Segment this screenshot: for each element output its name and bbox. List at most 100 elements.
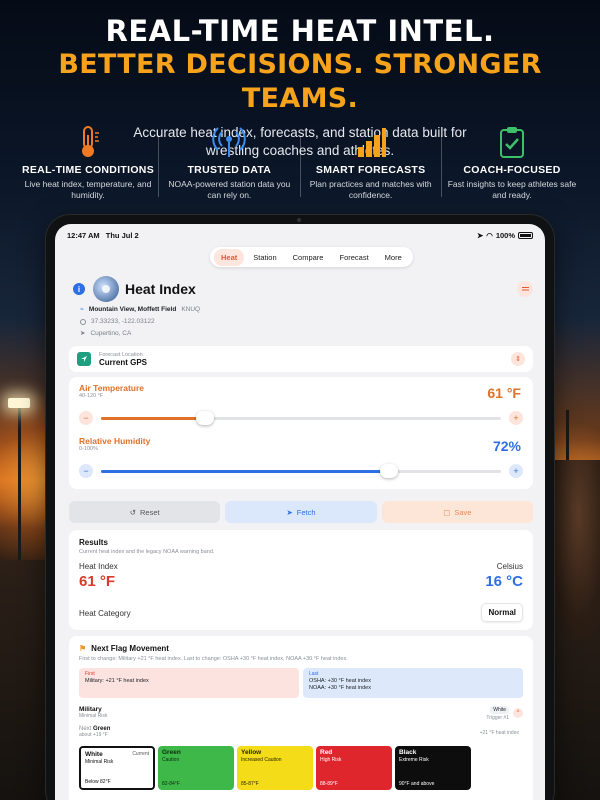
level-risk: Caution [162, 757, 180, 763]
status-date: Thu Jul 2 [105, 230, 139, 240]
flag-level-green: Green Caution 82-84°F [158, 746, 234, 790]
humidity-control: Relative Humidity 0-100% 72% − + [79, 436, 523, 489]
forecast-location-value: Current GPS [99, 357, 148, 367]
fetch-button[interactable]: ➤ Fetch [225, 501, 377, 523]
send-icon: ➤ [286, 507, 293, 517]
coords-icon [80, 319, 86, 325]
fetch-label: Fetch [296, 507, 316, 517]
air-temp-decrement-button[interactable]: − [79, 411, 93, 425]
last-change-box: Last OSHA: +30 °F heat index NOAA: +30 °… [303, 668, 523, 698]
forecast-location-label: Forecast Location [99, 351, 143, 358]
results-card: Results Current heat index and the legac… [69, 530, 533, 630]
results-title: Results [79, 538, 108, 547]
status-time: 12:47 AM [67, 230, 100, 240]
location-info: ⌁ Mountain View, Moffett Field KNUQ 37.3… [80, 304, 200, 340]
menu-button[interactable] [517, 281, 533, 297]
air-temp-slider-thumb[interactable] [196, 411, 214, 425]
menu-icon [521, 287, 529, 289]
next-threshold: +21 °F heat index [479, 730, 519, 736]
coordinates: 37.33233, -122.03122 [91, 318, 155, 325]
heat-category-badge: Normal [481, 603, 523, 622]
level-range: 85-87°F [241, 781, 259, 787]
app-logo-icon [93, 276, 119, 302]
level-risk: Increased Caution [241, 757, 282, 763]
level-name: Yellow [241, 749, 262, 756]
results-subtitle: Current heat index and the legacy NOAA w… [79, 549, 215, 555]
save-button[interactable]: ▢ Save [381, 501, 533, 523]
feature-title: TRUSTED DATA [187, 164, 272, 176]
flag-title: Next Flag Movement [91, 644, 169, 653]
feature-trusted: TRUSTED DATA NOAA-powered station data y… [158, 125, 295, 201]
level-name: Black [399, 749, 417, 756]
air-temp-title: Air Temperature [79, 383, 145, 393]
save-label: Save [454, 507, 472, 517]
flag-level-yellow: Yellow Increased Caution 85-87°F [237, 746, 313, 790]
last-value-noaa: NOAA: +30 °F heat index [309, 685, 371, 691]
tab-compare[interactable]: Compare [286, 249, 331, 266]
level-range: 88-89°F [320, 781, 338, 787]
humidity-slider[interactable] [101, 464, 501, 478]
feature-desc: Live heat index, temperature, and humidi… [24, 179, 152, 200]
broadcast-tower-icon [163, 125, 295, 159]
wifi-icon: ◠ [486, 230, 493, 240]
humidity-title: Relative Humidity [79, 436, 151, 446]
air-temp-value: 61 °F [487, 385, 521, 401]
feature-desc: Fast insights to keep athletes safe and … [447, 179, 577, 200]
level-range: 82-84°F [162, 781, 180, 787]
flag-level-white: White Minimal Risk Below 82°F Current [79, 746, 155, 790]
tab-heat[interactable]: Heat [214, 248, 245, 266]
humidity-increment-button[interactable]: + [509, 464, 523, 478]
station-icon: ⌁ [80, 306, 84, 313]
humidity-value: 72% [492, 438, 521, 454]
last-value-osha: OSHA: +30 °F heat index [309, 678, 371, 684]
location-arrow-icon: ➤ [476, 230, 484, 240]
celsius-label: Celsius [496, 562, 523, 571]
first-label: First [85, 671, 95, 677]
station-code: KNUQ [181, 306, 201, 313]
current-level-tag: Current [132, 751, 149, 757]
humidity-slider-thumb[interactable] [380, 464, 398, 478]
app-header: i Heat Index [73, 276, 533, 302]
feature-coach: COACH-FOCUSED Fast insights to keep athl… [440, 125, 578, 201]
action-row: ↺ Reset ➤ Fetch ▢ Save [69, 501, 533, 523]
tablet-frame: 12:47 AM Thu Jul 2 ➤ ◠ 100% Heat Station… [46, 215, 554, 800]
level-risk: Minimal Risk [85, 759, 114, 765]
tab-forecast[interactable]: Forecast [332, 249, 375, 266]
military-trigger: Trigger #1 [486, 715, 509, 721]
tab-more[interactable]: More [378, 249, 409, 266]
feature-desc: Plan practices and matches with confiden… [309, 179, 432, 200]
forecast-location-picker[interactable]: Forecast Location Current GPS ⇕ [69, 346, 533, 372]
first-value: Military: +21 °F heat index [85, 678, 149, 684]
feature-title: SMART FORECASTS [315, 164, 426, 176]
info-icon[interactable]: i [73, 283, 85, 295]
station-name: Mountain View, Moffett Field [88, 306, 177, 313]
last-label: Last [309, 671, 319, 677]
military-row[interactable]: Military Minimal Risk White Trigger #1 ^ [79, 706, 523, 726]
next-flag-row: Next Green about +19 °F +21 °F heat inde… [79, 726, 523, 742]
celsius-value: 16 °C [485, 573, 523, 590]
page-title: Heat Index [125, 281, 196, 297]
feature-title: COACH-FOCUSED [463, 164, 561, 176]
military-title: Military [79, 706, 102, 713]
air-temperature-control: Air Temperature 40-120 °F 61 °F − + [79, 383, 523, 436]
tab-station[interactable]: Station [246, 249, 283, 266]
feature-list: REAL-TIME CONDITIONS Live heat index, te… [22, 125, 578, 201]
flag-levels: White Minimal Risk Below 82°F Current Green C… [79, 746, 523, 790]
level-risk: Extreme Risk [399, 757, 429, 763]
map-pin-icon [77, 352, 91, 366]
status-bar: 12:47 AM Thu Jul 2 ➤ ◠ 100% [55, 224, 545, 246]
military-badge: White [490, 706, 509, 714]
level-name: Red [320, 749, 333, 756]
humidity-decrement-button[interactable]: − [79, 464, 93, 478]
chevron-up-icon[interactable]: ^ [513, 708, 523, 718]
app-screen: 12:47 AM Thu Jul 2 ➤ ◠ 100% Heat Station… [55, 224, 545, 800]
air-temp-increment-button[interactable]: + [509, 411, 523, 425]
hero-subtitle: BETTER DECISIONS. STRONGER TEAMS. [58, 49, 542, 114]
feature-forecasts: SMART FORECASTS Plan practices and match… [299, 125, 437, 201]
city: Cupertino, CA [90, 330, 132, 337]
level-range: Below 82°F [85, 779, 111, 785]
reset-button[interactable]: ↺ Reset [69, 501, 221, 523]
air-temp-slider[interactable] [101, 411, 501, 425]
feature-desc: NOAA-powered station data you can rely o… [168, 179, 291, 200]
chevron-up-down-icon[interactable]: ⇕ [511, 352, 525, 366]
